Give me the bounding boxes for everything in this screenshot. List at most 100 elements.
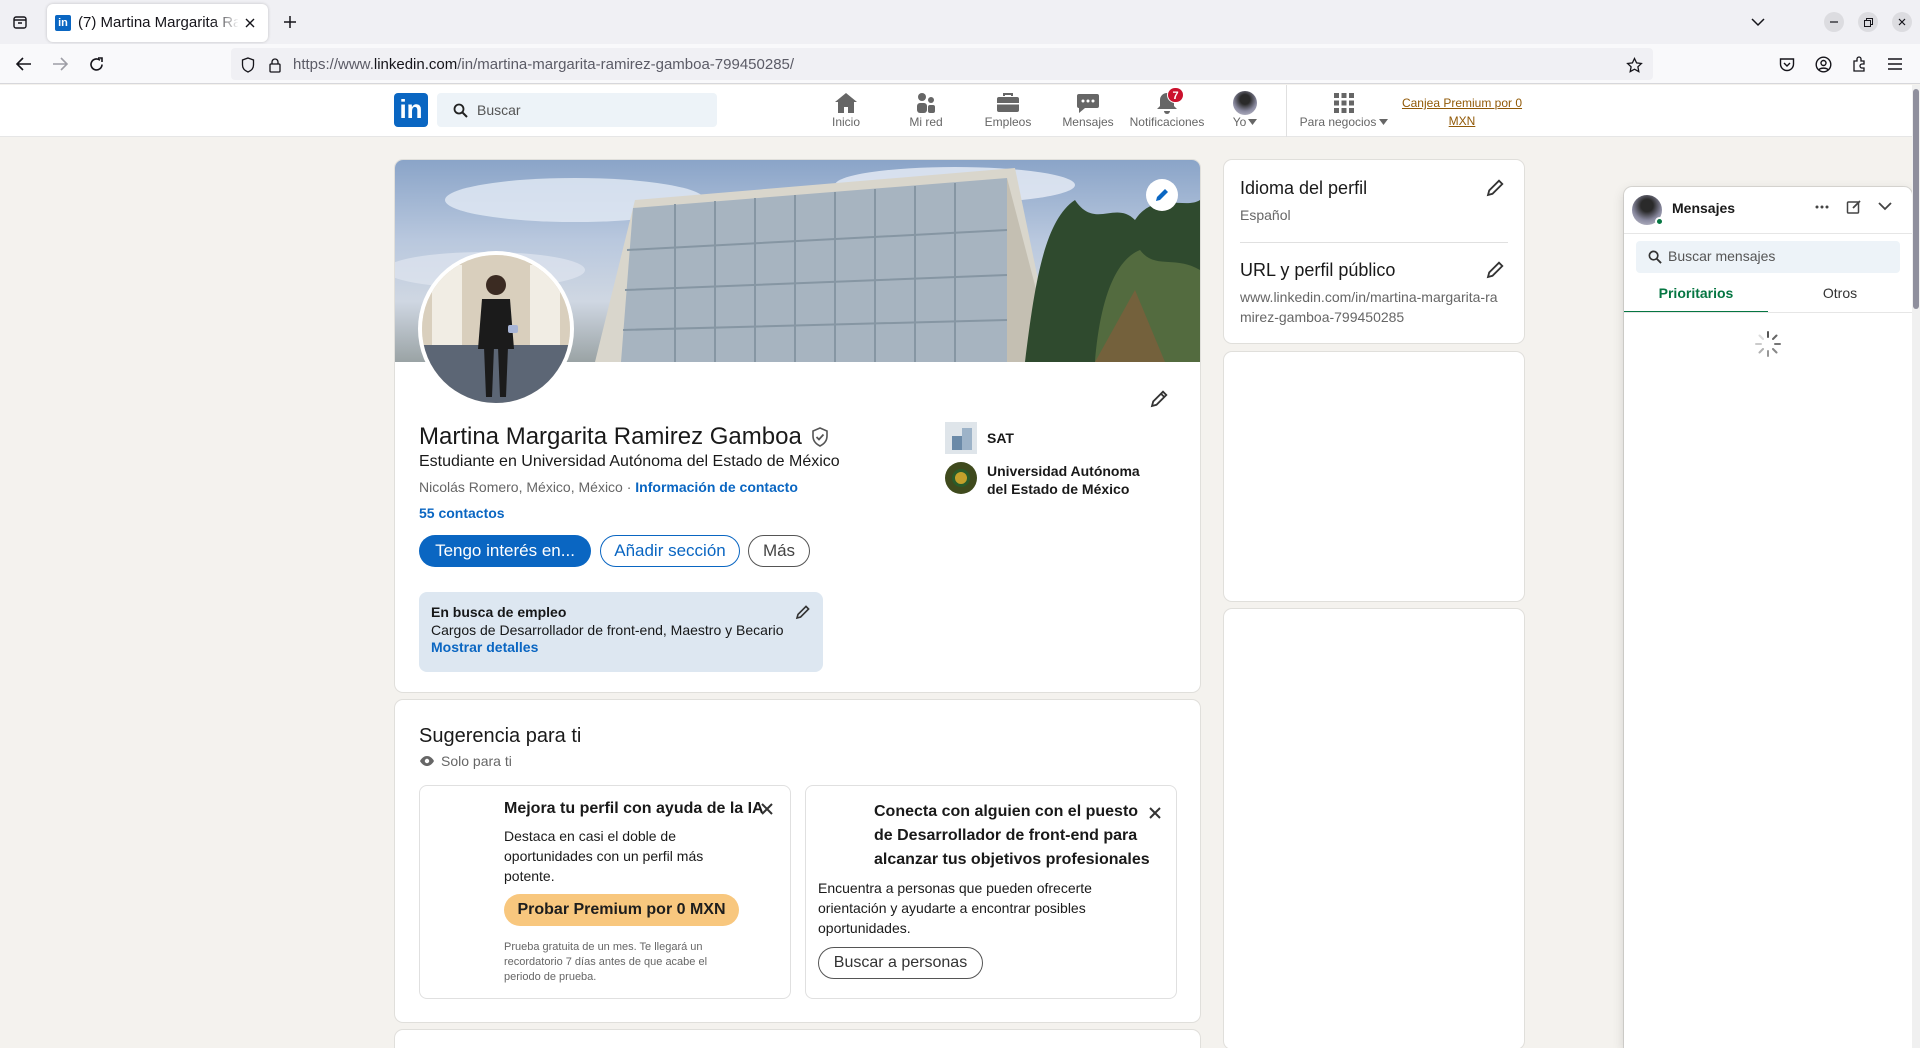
pocket-icon[interactable]	[1775, 52, 1799, 76]
nav-for-business[interactable]: Para negocios	[1292, 91, 1396, 129]
search-messages-box[interactable]: Buscar mensajes	[1636, 241, 1900, 273]
close-icon[interactable]	[1148, 806, 1162, 820]
more-button[interactable]: Más	[748, 535, 810, 567]
experience-item[interactable]: SAT	[945, 422, 1014, 454]
pencil-icon[interactable]	[795, 604, 811, 620]
avatar	[1233, 91, 1257, 115]
profile-name: Martina Margarita Ramirez Gamboa	[419, 423, 802, 450]
suggestion-title: Conecta con alguien con el puesto de Des…	[874, 803, 1150, 868]
close-tab-icon[interactable]	[241, 14, 259, 32]
suggestions-card: Sugerencia para ti Solo para ti Mejora t…	[395, 700, 1200, 1022]
menu-icon[interactable]	[1883, 52, 1907, 76]
lock-icon[interactable]	[267, 56, 283, 74]
page-scrollbar[interactable]	[1912, 85, 1920, 1048]
close-icon[interactable]	[760, 802, 774, 816]
home-icon	[820, 91, 872, 115]
caret-down-icon	[1379, 119, 1389, 125]
url-text: https://www.linkedin.com/in/martina-marg…	[293, 56, 795, 73]
nav-me[interactable]: Yo	[1222, 91, 1268, 129]
compose-icon[interactable]	[1846, 199, 1862, 215]
extensions-icon[interactable]	[1847, 52, 1871, 76]
bookmark-star-icon[interactable]	[1624, 55, 1644, 75]
pencil-icon[interactable]	[1485, 178, 1505, 198]
nav-home[interactable]: Inicio	[820, 91, 872, 129]
nav-divider	[1286, 85, 1287, 137]
try-premium-button[interactable]: Probar Premium por 0 MXN	[504, 894, 739, 926]
chat-icon	[1058, 91, 1118, 115]
sidebar-placeholder	[1224, 609, 1524, 1048]
search-people-button[interactable]: Buscar a personas	[818, 947, 983, 979]
list-all-tabs-icon[interactable]	[1746, 10, 1770, 34]
pencil-icon	[1150, 390, 1168, 408]
search-icon	[1648, 250, 1662, 264]
briefcase-icon	[980, 91, 1036, 115]
eye-icon	[420, 756, 434, 766]
company-name: SAT	[987, 430, 1014, 446]
minimize-icon[interactable]	[1824, 12, 1844, 32]
contact-info-link[interactable]: Información de contacto	[635, 479, 798, 495]
linkedin-logo[interactable]: in	[394, 93, 428, 127]
messaging-title[interactable]: Mensajes	[1672, 200, 1735, 216]
tab-focused[interactable]: Prioritarios	[1624, 279, 1768, 313]
new-tab-icon[interactable]	[278, 10, 302, 34]
chevron-down-icon[interactable]	[1878, 201, 1892, 211]
suggestion-card-connect: Conecta con alguien con el puesto de Des…	[805, 785, 1177, 999]
nav-label: Mi red	[909, 115, 943, 129]
pencil-icon[interactable]	[1485, 260, 1505, 280]
account-icon[interactable]	[1811, 52, 1835, 76]
open-to-button[interactable]: Tengo interés en...	[419, 535, 591, 567]
nav-messaging[interactable]: Mensajes	[1058, 91, 1118, 129]
add-section-button[interactable]: Añadir sección	[600, 535, 740, 567]
connections-link[interactable]: 55 contactos	[419, 505, 505, 521]
section-title: Sugerencia para ti	[419, 725, 582, 747]
pencil-icon	[1156, 189, 1168, 201]
nav-jobs[interactable]: Empleos	[980, 91, 1036, 129]
show-details-link[interactable]: Mostrar detalles	[431, 639, 538, 655]
nav-label: Yo	[1232, 115, 1247, 129]
verified-shield-icon[interactable]	[810, 427, 830, 447]
edit-intro-button[interactable]	[1143, 383, 1175, 415]
edit-banner-button[interactable]	[1146, 179, 1178, 211]
open-to-work-title: En busca de empleo	[431, 604, 567, 620]
messaging-overlay: Mensajes Buscar mensajes Prioritarios Ot…	[1624, 187, 1912, 1048]
nav-notifications[interactable]: 7 Notificaciones	[1125, 87, 1209, 129]
notification-badge: 7	[1167, 87, 1184, 103]
forward-icon[interactable]	[48, 52, 72, 76]
company-logo	[945, 422, 977, 454]
nav-label: Empleos	[984, 115, 1032, 129]
suggestion-desc: Destaca en casi el doble de oportunidade…	[504, 828, 704, 884]
url-bar[interactable]: https://www.linkedin.com/in/martina-marg…	[231, 48, 1653, 80]
public-url-title: URL y perfil público	[1240, 260, 1396, 280]
more-options-icon[interactable]	[1814, 199, 1830, 215]
caret-down-icon	[1248, 119, 1258, 125]
restore-icon[interactable]	[1858, 12, 1878, 32]
grid-icon	[1292, 91, 1396, 115]
browser-tab-bar: in (7) Martina Margarita Ramírez Gamboa	[0, 0, 1920, 44]
profile-photo[interactable]	[418, 251, 574, 407]
loading-spinner-icon	[1754, 330, 1782, 358]
nav-label: Inicio	[831, 115, 860, 129]
reload-icon[interactable]	[84, 52, 108, 76]
scrollbar-thumb[interactable]	[1913, 89, 1919, 309]
open-to-work-card[interactable]: En busca de empleo Cargos de Desarrollad…	[419, 592, 823, 672]
browser-tab[interactable]: in (7) Martina Margarita Ramírez Gamboa	[47, 4, 268, 42]
suggestion-desc: Encuentra a personas que pueden ofrecert…	[818, 880, 1092, 936]
nav-my-network[interactable]: Mi red	[900, 91, 952, 129]
search-input[interactable]: Buscar	[477, 102, 521, 118]
private-label: Solo para ti	[441, 753, 512, 769]
tab-list-icon[interactable]	[8, 10, 32, 34]
education-item[interactable]: Universidad Autónoma del Estado de Méxic…	[945, 462, 1162, 498]
shield-icon[interactable]	[239, 56, 257, 74]
tab-other[interactable]: Otros	[1768, 279, 1912, 313]
linkedin-global-nav: in Buscar Inicio Mi red Empleos Mensajes…	[0, 85, 1920, 137]
premium-link[interactable]: Canjea Premium por 0 MXN	[1400, 94, 1524, 130]
close-window-icon[interactable]	[1892, 12, 1912, 32]
search-box[interactable]: Buscar	[437, 93, 717, 127]
divider	[1240, 242, 1508, 243]
back-icon[interactable]	[12, 52, 36, 76]
nav-label: Notificaciones	[1129, 115, 1205, 129]
search-messages-input[interactable]: Buscar mensajes	[1668, 248, 1775, 264]
ad-placeholder	[1224, 352, 1524, 601]
search-icon	[453, 103, 468, 118]
profile-location: Nicolás Romero, México, México	[419, 479, 623, 495]
